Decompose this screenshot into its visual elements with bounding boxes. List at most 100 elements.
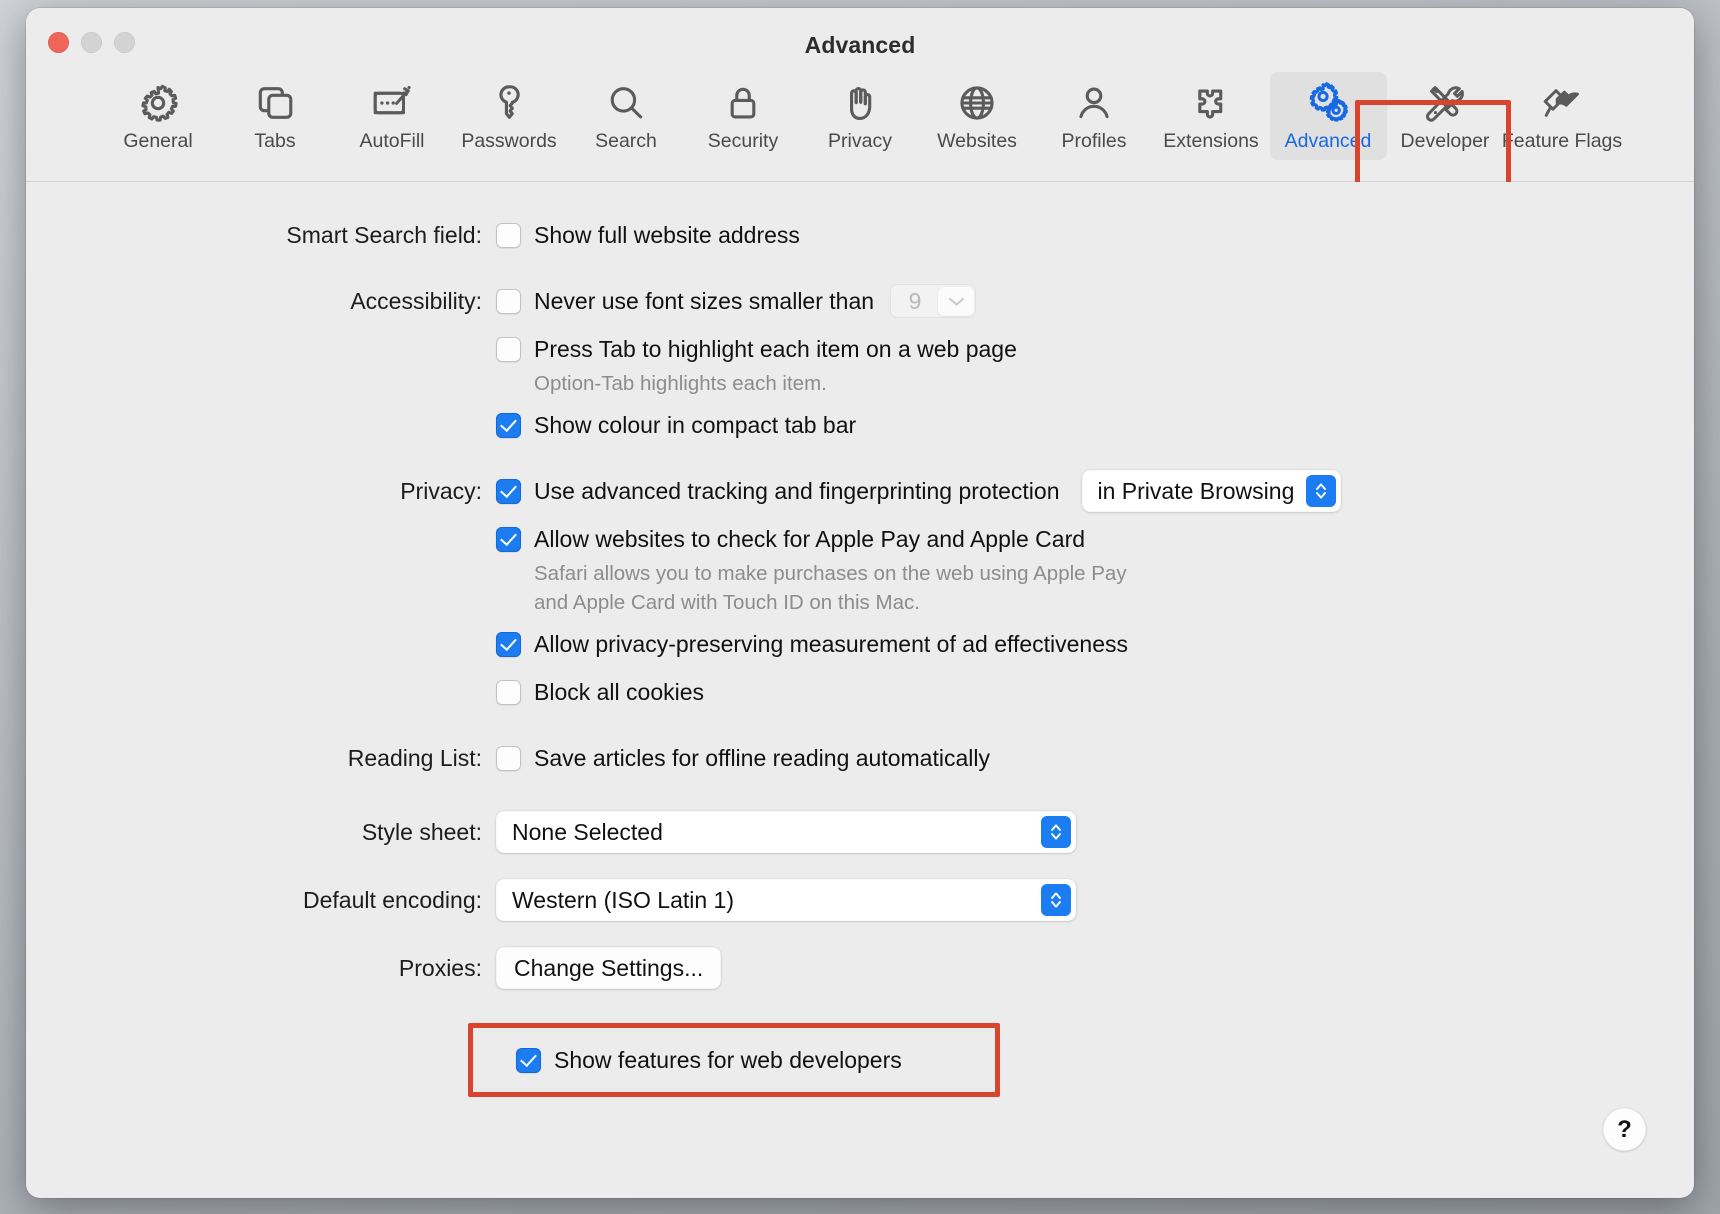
row-label: Proxies: (26, 947, 496, 989)
row-label: Privacy: (26, 474, 496, 508)
row-label: Accessibility: (26, 284, 496, 318)
row-default-encoding: Default encoding: Western (ISO Latin 1) (26, 879, 1694, 921)
tab-autofill[interactable]: AutoFill (334, 72, 451, 160)
tab-label: Tabs (254, 130, 295, 153)
tab-label: Privacy (828, 130, 892, 153)
tab-label: AutoFill (359, 130, 424, 153)
row-label: Style sheet: (26, 811, 496, 853)
tab-feature-flags[interactable]: Feature Flags (1504, 72, 1621, 160)
checkbox-label: Press Tab to highlight each item on a we… (534, 336, 1017, 363)
row-reading-list: Reading List: Save articles for offline … (26, 741, 1694, 775)
window-titlebar: Advanced (26, 8, 1694, 72)
checkbox-box[interactable] (496, 337, 521, 362)
row-smart-search-field: Smart Search field: Show full website ad… (26, 218, 1694, 252)
checkbox-advanced-tracking-protection[interactable]: Use advanced tracking and fingerprinting… (496, 474, 1694, 508)
autofill-icon (369, 78, 415, 128)
default-encoding-value: Western (ISO Latin 1) (512, 887, 734, 914)
settings-toolbar: General Tabs (26, 72, 1694, 182)
tab-privacy[interactable]: Privacy (802, 72, 919, 160)
checkbox-ad-measurement[interactable]: Allow privacy-preserving measurement of … (496, 627, 1694, 661)
tab-general[interactable]: General (100, 72, 217, 160)
checkbox-show-colour-compact-tab-bar[interactable]: Show colour in compact tab bar (496, 408, 1694, 442)
apple-pay-hint-line1: Safari allows you to make purchases on t… (534, 559, 1694, 588)
tab-security[interactable]: Security (685, 72, 802, 160)
checkbox-press-tab-highlight[interactable]: Press Tab to highlight each item on a we… (496, 332, 1694, 366)
tab-label: Extensions (1163, 130, 1258, 153)
web-developers-checkbox-annotation: Show features for web developers (468, 1023, 1000, 1097)
tracking-scope-value: in Private Browsing (1098, 478, 1295, 505)
checkbox-label: Show features for web developers (554, 1047, 902, 1074)
tracking-scope-popup[interactable]: in Private Browsing (1082, 470, 1342, 512)
lock-icon (721, 78, 765, 128)
checkbox-box[interactable] (516, 1048, 541, 1073)
row-label: Reading List: (26, 741, 496, 775)
hand-icon (838, 78, 882, 128)
tab-websites[interactable]: Websites (919, 72, 1036, 160)
checkbox-box[interactable] (496, 479, 521, 504)
row-accessibility: Accessibility: Never use font sizes smal… (26, 284, 1694, 442)
checkbox-box[interactable] (496, 289, 521, 314)
style-sheet-value: None Selected (512, 819, 663, 846)
min-font-size-value: 9 (892, 288, 938, 315)
checkbox-box[interactable] (496, 413, 521, 438)
min-font-size-stepper[interactable]: 9 (890, 284, 976, 318)
help-button[interactable]: ? (1603, 1108, 1646, 1151)
key-icon (487, 78, 531, 128)
checkbox-block-all-cookies[interactable]: Block all cookies (496, 675, 1694, 709)
row-privacy: Privacy: Use advanced tracking and finge… (26, 474, 1694, 709)
checkbox-save-articles-offline[interactable]: Save articles for offline reading automa… (496, 741, 1694, 775)
puzzle-icon (1189, 78, 1233, 128)
checkbox-box[interactable] (496, 680, 521, 705)
checkbox-label: Allow privacy-preserving measurement of … (534, 631, 1128, 658)
tab-advanced[interactable]: Advanced (1270, 72, 1387, 160)
checkbox-label: Allow websites to check for Apple Pay an… (534, 526, 1085, 553)
apple-pay-hint-line2: and Apple Card with Touch ID on this Mac… (534, 588, 1694, 617)
checkbox-box[interactable] (496, 223, 521, 248)
tab-tabs[interactable]: Tabs (217, 72, 334, 160)
checkbox-box[interactable] (496, 632, 521, 657)
tab-label: Security (708, 130, 778, 153)
checkbox-apple-pay[interactable]: Allow websites to check for Apple Pay an… (496, 522, 1694, 556)
row-label: Default encoding: (26, 879, 496, 921)
tab-developer[interactable]: Developer (1387, 72, 1504, 160)
person-icon (1072, 78, 1116, 128)
tab-passwords[interactable]: Passwords (451, 72, 568, 160)
checkbox-label: Show colour in compact tab bar (534, 412, 856, 439)
tab-label: Websites (937, 130, 1017, 153)
row-label: Smart Search field: (26, 218, 496, 252)
tools-icon (1422, 78, 1468, 128)
tab-profiles[interactable]: Profiles (1036, 72, 1153, 160)
chevron-up-down-icon (1041, 816, 1071, 848)
style-sheet-popup[interactable]: None Selected (496, 811, 1076, 853)
change-proxy-settings-button[interactable]: Change Settings... (496, 947, 721, 989)
checkbox-label: Block all cookies (534, 679, 704, 706)
advanced-settings-panel: Smart Search field: Show full website ad… (26, 182, 1694, 1197)
globe-icon (955, 78, 999, 128)
checkbox-min-font-size[interactable]: Never use font sizes smaller than 9 (496, 284, 1694, 318)
checkbox-box[interactable] (496, 746, 521, 771)
tab-label: Feature Flags (1502, 130, 1622, 153)
default-encoding-popup[interactable]: Western (ISO Latin 1) (496, 879, 1076, 921)
tab-extensions[interactable]: Extensions (1153, 72, 1270, 160)
gear-icon (136, 78, 180, 128)
double-gear-icon (1305, 78, 1351, 128)
settings-window: Advanced General Tabs (26, 8, 1694, 1198)
checkbox-show-features-web-developers[interactable]: Show features for web developers (516, 1043, 902, 1077)
checkbox-label: Save articles for offline reading automa… (534, 745, 990, 772)
checkbox-box[interactable] (496, 527, 521, 552)
tab-label: General (123, 130, 192, 153)
tab-label: Advanced (1285, 130, 1372, 153)
chevron-up-down-icon (1041, 884, 1071, 916)
checkbox-label: Never use font sizes smaller than (534, 288, 874, 315)
flags-icon (1538, 78, 1586, 128)
tab-label: Profiles (1061, 130, 1126, 153)
press-tab-hint: Option-Tab highlights each item. (534, 369, 1694, 398)
checkbox-label: Use advanced tracking and fingerprinting… (534, 478, 1060, 505)
checkbox-show-full-website-address[interactable]: Show full website address (496, 218, 1694, 252)
tab-label: Developer (1401, 130, 1490, 153)
tab-search[interactable]: Search (568, 72, 685, 160)
tab-label: Search (595, 130, 657, 153)
chevron-down-icon[interactable] (938, 287, 974, 316)
search-icon (604, 78, 648, 128)
tabs-icon (253, 78, 297, 128)
